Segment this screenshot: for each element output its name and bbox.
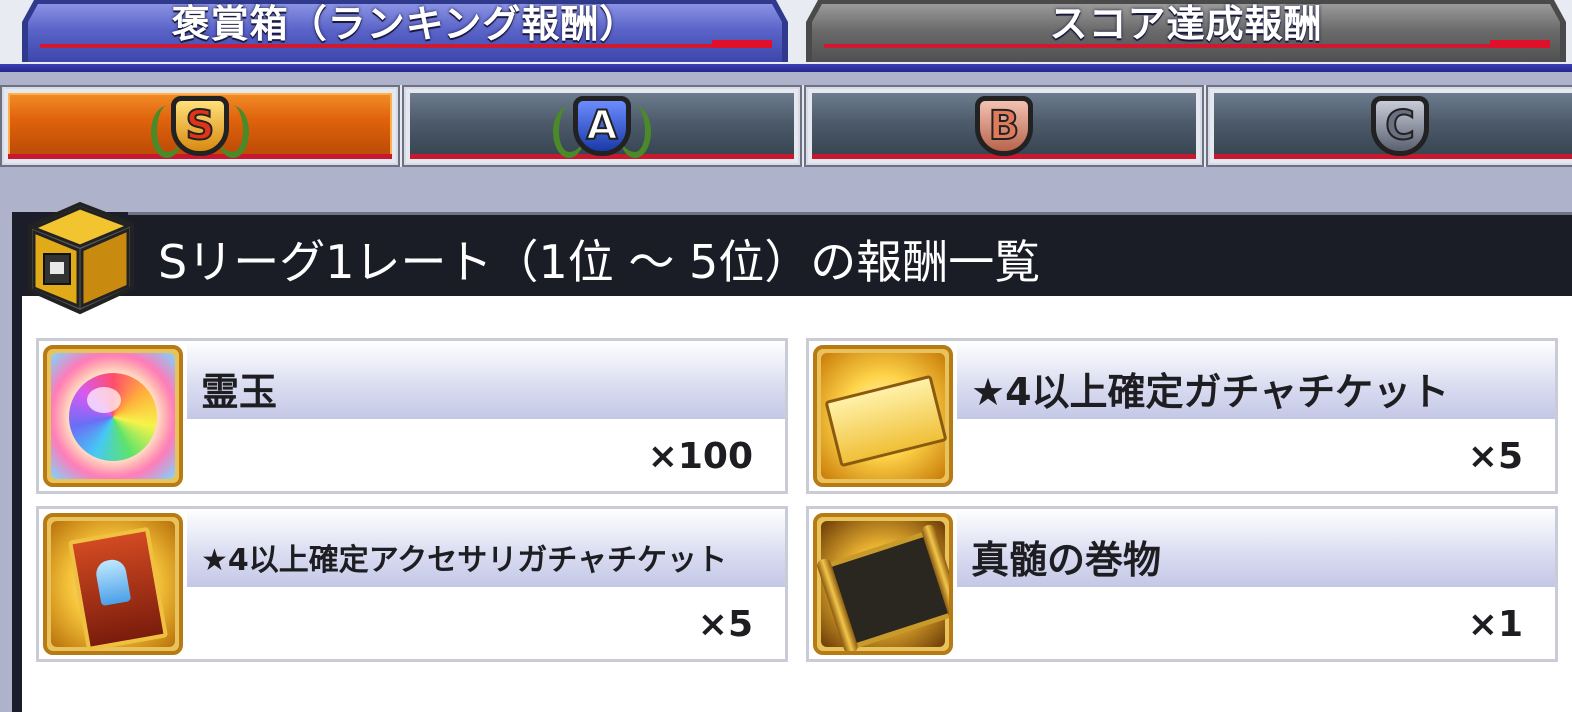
rank-c-badge-icon: C (1371, 96, 1429, 156)
treasure-chest-icon (28, 201, 134, 315)
reward-card[interactable]: ★4以上確定アクセサリガチャチケット ×5 (36, 506, 788, 662)
reward-quantity: ×5 (697, 604, 753, 645)
rank-b-badge-icon: B (975, 96, 1033, 156)
rainbow-orb-icon (43, 345, 183, 487)
rank-tab-b[interactable]: B (804, 85, 1204, 167)
tab-ranking-rewards[interactable]: 褒賞箱（ランキング報酬） (22, 0, 788, 62)
rank-tab-row: S A B C (0, 85, 1572, 167)
reward-card[interactable]: 霊玉 ×100 (36, 338, 788, 494)
accessory-ticket-icon (43, 513, 183, 655)
reward-quantity: ×5 (1467, 436, 1523, 477)
reward-quantity: ×1 (1467, 604, 1523, 645)
tab-score-rewards[interactable]: スコア達成報酬 (806, 0, 1566, 62)
reward-name: 真髄の巻物 (971, 538, 1162, 582)
rank-tab-a[interactable]: A (402, 85, 802, 167)
reward-name: ★4以上確定ガチャチケット (971, 370, 1450, 414)
rank-tab-s[interactable]: S (0, 85, 400, 167)
reward-list-title: Sリーグ1レート（1位 ～ 5位）の報酬一覧 (158, 235, 1041, 289)
tab-ranking-rewards-label: 褒賞箱（ランキング報酬） (171, 1, 639, 46)
top-tab-bar: 褒賞箱（ランキング報酬） スコア達成報酬 (0, 0, 1572, 72)
gacha-ticket-icon (813, 345, 953, 487)
reward-card[interactable]: 真髄の巻物 ×1 (806, 506, 1558, 662)
reward-card[interactable]: ★4以上確定ガチャチケット ×5 (806, 338, 1558, 494)
reward-name: ★4以上確定アクセサリガチャチケット (201, 543, 727, 578)
reward-quantity: ×100 (647, 436, 753, 477)
rank-s-badge-icon: S (151, 96, 249, 158)
tab-score-rewards-label: スコア達成報酬 (1049, 1, 1323, 46)
rank-tab-c[interactable]: C (1206, 85, 1572, 167)
rank-a-badge-icon: A (553, 96, 651, 158)
reward-name: 霊玉 (201, 370, 278, 414)
scroll-icon (813, 513, 953, 655)
